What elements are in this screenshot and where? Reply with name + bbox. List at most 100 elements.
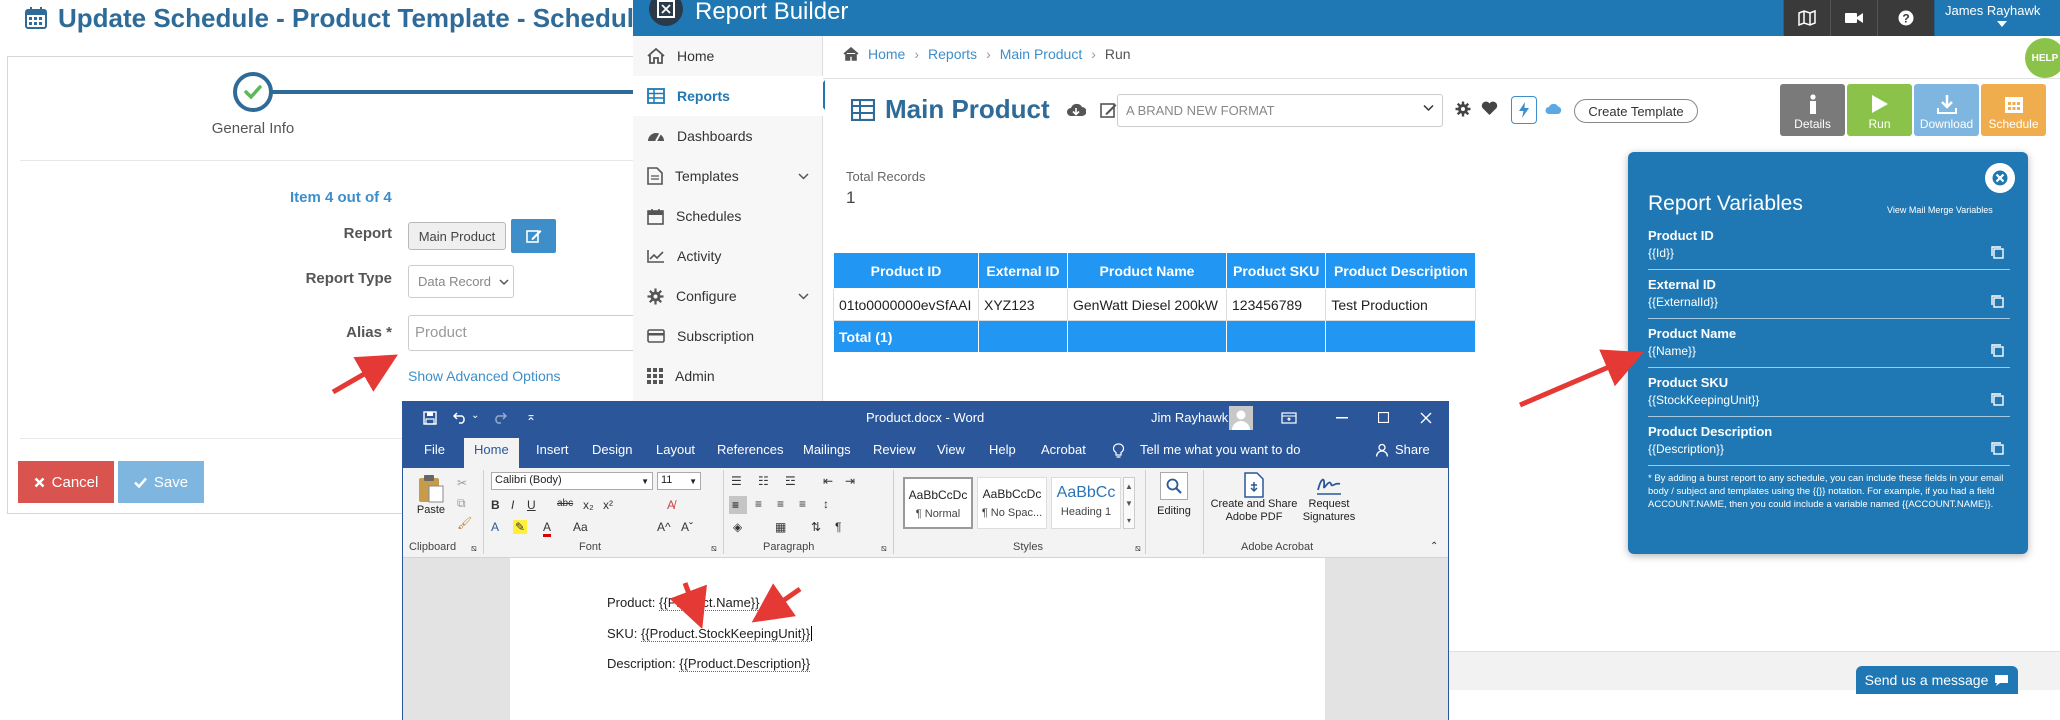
cut-icon[interactable]: ✂ — [457, 476, 467, 490]
dialog-launcher-icon[interactable]: ⧅ — [1135, 543, 1141, 554]
schedule-button[interactable]: Schedule — [1981, 84, 2046, 136]
report-type-select[interactable]: Data Record — [408, 265, 514, 298]
underline-icon[interactable]: U — [527, 498, 536, 512]
sort-icon[interactable]: ⇅ — [811, 520, 821, 534]
tab-view[interactable]: View — [937, 442, 965, 457]
tab-layout[interactable]: Layout — [656, 442, 695, 457]
undo-icon[interactable] — [453, 411, 467, 424]
copy-icon[interactable] — [1991, 393, 2004, 406]
tab-design[interactable]: Design — [592, 442, 632, 457]
font-name-select[interactable]: Calibri (Body) ▼ — [491, 472, 653, 490]
increase-indent-icon[interactable]: ⇥ — [845, 474, 855, 488]
dialog-launcher-icon[interactable]: ⧅ — [711, 543, 717, 554]
edit-icon[interactable] — [1099, 101, 1118, 119]
gear-icon[interactable] — [1455, 101, 1471, 117]
heart-icon[interactable] — [1481, 101, 1498, 116]
format-select[interactable]: A BRAND NEW FORMAT — [1117, 94, 1443, 127]
sidebar-item-configure[interactable]: Configure — [633, 276, 823, 316]
sidebar-item-dashboards[interactable]: Dashboards — [633, 116, 823, 156]
align-right-icon[interactable]: ≡ — [777, 497, 784, 511]
close-icon[interactable] — [1420, 412, 1432, 424]
italic-icon[interactable]: I — [511, 498, 514, 512]
column-header[interactable]: Product Description — [1325, 252, 1477, 289]
tell-me-search[interactable]: Tell me what you want to do — [1140, 442, 1300, 457]
document-page[interactable]: Product: {{Product.Name}} SKU: {{Product… — [510, 558, 1325, 720]
cloud-icon[interactable] — [1545, 103, 1562, 115]
borders-icon[interactable]: ▦ — [775, 520, 786, 534]
tab-mailings[interactable]: Mailings — [803, 442, 851, 457]
multilevel-list-icon[interactable]: ☲ — [785, 474, 796, 488]
copy-icon[interactable] — [1991, 246, 2004, 259]
editing-button[interactable]: Editing — [1151, 472, 1197, 538]
sidebar-item-templates[interactable]: Templates — [633, 156, 823, 196]
sidebar-item-schedules[interactable]: Schedules — [633, 196, 823, 236]
clear-formatting-icon[interactable]: A̸ — [667, 498, 675, 512]
save-icon[interactable] — [423, 411, 437, 425]
map-icon[interactable] — [1783, 0, 1830, 36]
style-no-spacing[interactable]: AaBbCcDc ¶ No Spac... — [977, 477, 1047, 529]
tab-help[interactable]: Help — [989, 442, 1016, 457]
dialog-launcher-icon[interactable]: ⧅ — [471, 543, 477, 554]
customize-toolbar-icon[interactable]: ⌅ — [526, 409, 536, 423]
font-size-select[interactable]: 11 ▼ — [657, 472, 701, 490]
subscript-icon[interactable]: x₂ — [583, 498, 594, 512]
minimize-icon[interactable] — [1336, 417, 1348, 419]
bold-icon[interactable]: B — [491, 498, 500, 512]
column-header[interactable]: External ID — [978, 252, 1068, 289]
format-painter-icon[interactable]: 🖌 — [457, 516, 472, 530]
alias-input[interactable]: Product — [408, 315, 648, 351]
create-template-button[interactable]: Create Template — [1574, 99, 1698, 123]
text-effects-icon[interactable]: A — [491, 520, 499, 534]
wizard-step-general-info[interactable] — [233, 72, 273, 112]
share-button[interactable]: Share — [1395, 442, 1430, 457]
copy-icon[interactable] — [1991, 442, 2004, 455]
paste-button[interactable]: Paste — [411, 474, 451, 536]
create-share-pdf-button[interactable]: Create and Share Adobe PDF — [1209, 472, 1299, 538]
details-button[interactable]: Details — [1780, 84, 1845, 136]
edit-report-button[interactable] — [511, 219, 556, 253]
highlight-icon[interactable]: ✎ — [513, 520, 528, 534]
column-header[interactable]: Product SKU — [1225, 252, 1327, 289]
style-heading-1[interactable]: AaBbCc Heading 1 — [1051, 477, 1121, 529]
tab-references[interactable]: References — [717, 442, 783, 457]
maximize-icon[interactable] — [1378, 412, 1389, 423]
help-question-icon[interactable]: ? — [1877, 0, 1934, 36]
close-panel-button[interactable] — [1985, 163, 2015, 193]
save-button[interactable]: Save — [118, 461, 204, 503]
sidebar-item-subscription[interactable]: Subscription — [633, 316, 823, 356]
tab-home[interactable]: Home — [464, 438, 519, 468]
cloud-download-icon[interactable] — [1066, 102, 1086, 118]
video-camera-icon[interactable] — [1830, 0, 1877, 36]
breadcrumb-main-product[interactable]: Main Product — [1000, 46, 1082, 62]
sidebar-item-home[interactable]: Home — [633, 36, 823, 76]
tab-review[interactable]: Review — [873, 442, 916, 457]
bullets-icon[interactable]: ☰ — [731, 474, 742, 488]
grow-font-icon[interactable]: A^ — [657, 520, 671, 534]
numbering-icon[interactable]: ☷ — [758, 474, 769, 488]
help-badge[interactable]: HELP — [2025, 38, 2060, 78]
tab-acrobat[interactable]: Acrobat — [1041, 442, 1086, 457]
styles-gallery-scroll[interactable]: ▲ ▼ ▾ — [1123, 477, 1135, 529]
copy-icon[interactable] — [1991, 295, 2004, 308]
tab-insert[interactable]: Insert — [536, 442, 569, 457]
style-normal[interactable]: AaBbCcDc ¶ Normal — [903, 477, 973, 529]
copy-icon[interactable]: ⧉ — [457, 496, 466, 511]
collapse-ribbon-icon[interactable]: ⌃ — [1430, 541, 1438, 552]
ribbon-display-options-icon[interactable] — [1281, 412, 1297, 424]
undo-dropdown-icon[interactable]: ⌄ — [471, 410, 479, 421]
justify-icon[interactable]: ≡ — [799, 497, 806, 511]
cancel-button[interactable]: Cancel — [18, 461, 114, 503]
strikethrough-icon[interactable]: abc — [557, 498, 573, 509]
sidebar-item-admin[interactable]: Admin — [633, 356, 823, 396]
download-button[interactable]: Download — [1914, 84, 1979, 136]
view-mail-merge-link[interactable]: View Mail Merge Variables — [1887, 205, 1993, 215]
show-formatting-icon[interactable]: ¶ — [835, 520, 841, 534]
show-advanced-options-link[interactable]: Show Advanced Options — [408, 368, 561, 384]
align-center-icon[interactable]: ≡ — [755, 497, 762, 511]
breadcrumb-reports[interactable]: Reports — [928, 46, 977, 62]
lightning-toggle[interactable] — [1511, 96, 1537, 124]
tab-file[interactable]: File — [424, 442, 445, 457]
request-signatures-button[interactable]: Request Signatures — [1301, 472, 1357, 538]
sidebar-item-activity[interactable]: Activity — [633, 236, 823, 276]
dialog-launcher-icon[interactable]: ⧅ — [881, 543, 887, 554]
